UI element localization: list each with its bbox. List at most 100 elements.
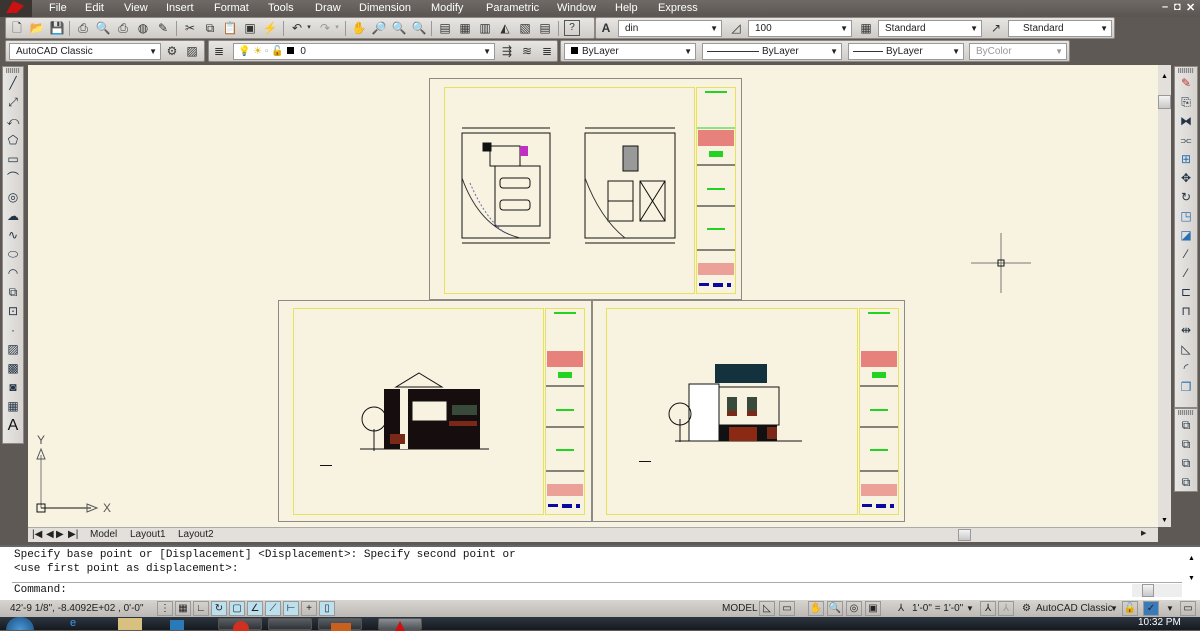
scroll-up-icon[interactable]: ▲: [1161, 73, 1168, 80]
save-icon[interactable]: 💾: [49, 20, 65, 36]
layer-lock-icon[interactable]: 🔓: [271, 46, 283, 57]
help-icon[interactable]: ?: [564, 20, 580, 36]
3d-osnap-toggle[interactable]: ∠: [247, 601, 263, 616]
paste-icon[interactable]: 📋: [222, 20, 238, 36]
layer-on-icon[interactable]: 💡: [238, 46, 250, 57]
quick-view-layouts-icon[interactable]: ◺: [759, 601, 775, 616]
break-icon[interactable]: ⊓: [1177, 302, 1195, 321]
sheet-set-icon[interactable]: ◭: [497, 20, 513, 36]
layer-dropdown[interactable]: 💡 ☀ ▫ 🔓 0 ▼: [233, 43, 495, 60]
quick-view-drawings-icon[interactable]: ▭: [779, 601, 795, 616]
pan-icon[interactable]: ✋: [808, 601, 824, 616]
annotation-scale-dropdown[interactable]: 1'-0" = 1'-0": [912, 602, 963, 616]
menu-draw[interactable]: Draw: [315, 2, 341, 14]
tab-layout2[interactable]: Layout2: [178, 529, 214, 540]
menu-express[interactable]: Express: [658, 2, 698, 14]
layer-previous-icon[interactable]: ≋: [519, 43, 535, 59]
layer-state-icon[interactable]: ≣: [539, 43, 555, 59]
point-icon[interactable]: ·: [4, 321, 22, 340]
taskbar-app-files[interactable]: [268, 618, 312, 630]
menu-file[interactable]: File: [49, 2, 67, 14]
lweight-toggle[interactable]: ▯: [319, 601, 335, 616]
grid-toggle[interactable]: ▦: [175, 601, 191, 616]
dim-scale-dropdown[interactable]: 100 ▼: [748, 20, 852, 37]
minimize-icon[interactable]: –: [1162, 1, 1168, 13]
properties-icon[interactable]: ▤: [437, 20, 453, 36]
lineweight-dropdown[interactable]: ByLayer ▼: [848, 43, 964, 60]
toolbar-grip[interactable]: [1178, 410, 1194, 415]
scroll-right-icon[interactable]: ▶: [1141, 529, 1146, 537]
horizontal-scroll-thumb[interactable]: [958, 529, 971, 541]
undo-dropdown-icon[interactable]: ▾: [305, 20, 313, 36]
steering-wheel-icon[interactable]: ◎: [846, 601, 862, 616]
taskbar-app-chrome[interactable]: [218, 618, 262, 631]
zoom-window-icon[interactable]: 🔍: [391, 20, 407, 36]
plot-preview-icon[interactable]: 🔍: [95, 20, 111, 36]
construction-line-icon[interactable]: ⤢: [4, 93, 22, 112]
floor-plans-sheet[interactable]: [429, 78, 742, 300]
menu-format[interactable]: Format: [214, 2, 249, 14]
move-icon[interactable]: ✥: [1177, 169, 1195, 188]
chamfer-icon[interactable]: ◺: [1177, 340, 1195, 359]
ellipse-icon[interactable]: ⬭: [4, 245, 22, 264]
spline-icon[interactable]: ∿: [4, 226, 22, 245]
toolbar-grip[interactable]: [1178, 68, 1194, 73]
front-elevation-sheet[interactable]: [278, 300, 592, 522]
taskbar-app-folder[interactable]: [318, 618, 362, 631]
design-center-icon[interactable]: ✎: [155, 20, 171, 36]
media-player-icon[interactable]: [170, 620, 184, 630]
multileader-style-icon[interactable]: ↗: [988, 20, 1004, 36]
publish-icon[interactable]: ⎙: [115, 20, 131, 36]
table-icon[interactable]: ▦: [4, 397, 22, 416]
explorer-icon[interactable]: [118, 618, 142, 630]
menu-parametric[interactable]: Parametric: [486, 2, 539, 14]
dimension-style-icon[interactable]: ◿: [728, 20, 744, 36]
scale-icon[interactable]: ◳: [1177, 207, 1195, 226]
next-tab-icon[interactable]: ▶: [56, 529, 64, 540]
copy-object-icon[interactable]: ⎘: [1177, 93, 1195, 112]
layer-properties-icon[interactable]: ≣: [211, 43, 227, 59]
revision-cloud-icon[interactable]: ☁: [4, 207, 22, 226]
tool-palettes-icon[interactable]: ▥: [477, 20, 493, 36]
make-block-icon[interactable]: ⊡: [4, 302, 22, 321]
tab-model[interactable]: Model: [90, 529, 117, 540]
text-style-dropdown[interactable]: din ▼: [618, 20, 722, 37]
menu-window[interactable]: Window: [557, 2, 596, 14]
color-dropdown[interactable]: ByLayer ▼: [564, 43, 696, 60]
polar-toggle[interactable]: ↻: [211, 601, 227, 616]
toolbar-grip[interactable]: [6, 68, 20, 73]
ellipse-arc-icon[interactable]: ◠: [4, 264, 22, 283]
offset-icon[interactable]: ⫗: [1177, 131, 1195, 150]
side-elevation-sheet[interactable]: [592, 300, 905, 522]
start-button[interactable]: [6, 617, 34, 630]
command-scroll-thumb[interactable]: [1142, 584, 1154, 597]
stretch-icon[interactable]: ◪: [1177, 226, 1195, 245]
polygon-icon[interactable]: ⬠: [4, 131, 22, 150]
gradient-icon[interactable]: ▩: [4, 359, 22, 378]
zoom-previous-icon[interactable]: 🔍: [411, 20, 427, 36]
explode-icon[interactable]: ❒: [1177, 378, 1195, 397]
rotate-icon[interactable]: ↻: [1177, 188, 1195, 207]
tab-layout1[interactable]: Layout1: [130, 529, 166, 540]
coordinates-readout[interactable]: 42'-9 1/8", -8.4092E+02 , 0'-0": [10, 602, 144, 616]
workspace-save-icon[interactable]: ▨: [184, 43, 200, 59]
menu-insert[interactable]: Insert: [166, 2, 194, 14]
multiline-text-icon[interactable]: A: [4, 416, 22, 435]
mirror-icon[interactable]: ⧓: [1177, 112, 1195, 131]
infer-constraints-toggle[interactable]: ⋮: [157, 601, 173, 616]
menu-tools[interactable]: Tools: [268, 2, 294, 14]
workspace-settings-icon[interactable]: ⚙: [164, 43, 180, 59]
block-editor-icon[interactable]: ⚡: [262, 20, 278, 36]
region-icon[interactable]: ◙: [4, 378, 22, 397]
dyn-toggle[interactable]: +: [301, 601, 317, 616]
toolbar-lock-icon[interactable]: 🔓: [1122, 601, 1138, 616]
erase-icon[interactable]: ✎: [1177, 74, 1195, 93]
menu-view[interactable]: View: [124, 2, 148, 14]
table-style-icon[interactable]: ▦: [858, 20, 874, 36]
workspace-switch-icon[interactable]: ⚙: [1022, 602, 1031, 616]
menu-modify[interactable]: Modify: [431, 2, 463, 14]
layer-viewport-freeze-icon[interactable]: ▫: [265, 46, 269, 57]
internet-explorer-icon[interactable]: e: [70, 617, 76, 629]
scroll-up-icon[interactable]: ▲: [1188, 555, 1195, 562]
command-prompt[interactable]: Command:: [14, 584, 67, 596]
